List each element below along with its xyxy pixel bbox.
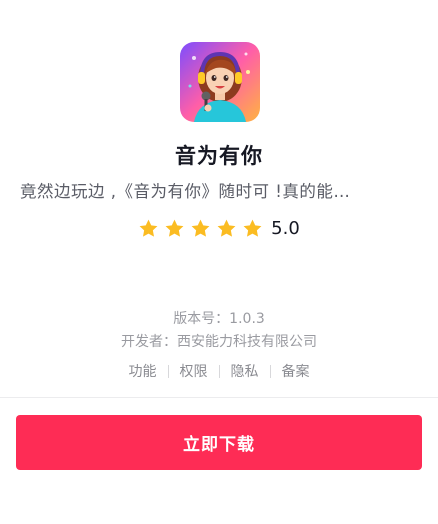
developer-name: 开发者：西安能力科技有限公司 (121, 334, 317, 350)
link-separator (167, 364, 169, 378)
info-links: 功能 权限 隐私 备案 (0, 361, 438, 381)
divider (0, 397, 438, 398)
link-permissions[interactable]: 权限 (180, 361, 208, 381)
version-number: 版本号：1.0.3 (173, 311, 265, 327)
rating-value: 5.0 (271, 217, 300, 239)
link-features[interactable]: 功能 (129, 361, 157, 381)
link-privacy[interactable]: 隐私 (231, 361, 259, 381)
star-icon (139, 219, 158, 237)
app-icon (180, 42, 260, 122)
star-rating (138, 218, 263, 239)
star-icon (191, 219, 210, 237)
app-name: 音为有你 (175, 144, 263, 168)
star-icon (243, 219, 262, 237)
app-description: 竟然边玩边 ,《音为有你》随时可 !真的能… (20, 182, 351, 201)
link-separator (218, 364, 220, 378)
download-button[interactable]: 立即下载 (16, 415, 422, 470)
star-icon (165, 219, 184, 237)
link-separator (269, 364, 271, 378)
link-filing[interactable]: 备案 (282, 361, 310, 381)
star-icon (217, 219, 236, 237)
rating-row: 5.0 (0, 214, 438, 242)
